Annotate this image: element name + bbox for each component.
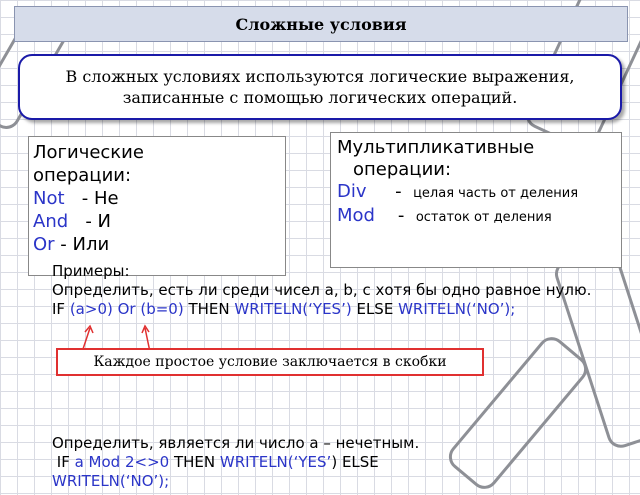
code1-cond2: (b=0) [140, 300, 184, 318]
mult-gap [402, 181, 413, 202]
mult-heading-line1: Мультипликативные [337, 137, 535, 158]
code-line-1: IF (a>0) Or (b=0) THEN WRITELN(‘YES’) EL… [52, 300, 627, 319]
examples-block: Примеры: Определить, есть ли среди чисел… [52, 262, 627, 319]
op-or: Or [33, 234, 55, 255]
note-box: Каждое простое условие заключается в ско… [56, 348, 484, 376]
code2-rest: ) ELSE [331, 453, 379, 471]
code2-call1: WRITELN(‘YES’ [219, 453, 332, 471]
op-mod: Mod [337, 205, 375, 226]
code2-then: THEN [169, 453, 220, 471]
mult-gap [367, 181, 396, 202]
logic-item-or: Or - Или [33, 233, 281, 256]
code1-if: IF [52, 300, 70, 318]
mult-gap [404, 205, 415, 226]
logic-heading-line1: Логические [33, 142, 144, 163]
examples-label: Примеры: [52, 262, 130, 280]
op-and-desc: И [97, 211, 112, 232]
logic-sep: - [54, 234, 73, 255]
op-div: Div [337, 181, 367, 202]
code1-then: THEN [183, 300, 235, 318]
code2-call2: WRITELN(‘NO’); [52, 472, 170, 490]
logic-item-not: Not - Не [33, 187, 281, 210]
multiplicative-operations-box: Мультипликативные операции: Div - целая … [330, 132, 622, 268]
mult-gap [375, 205, 398, 226]
intro-text-box: В сложных условиях используются логическ… [18, 54, 622, 120]
op-div-desc: целая часть от деления [413, 186, 579, 201]
slide-title: Сложные условия [14, 6, 628, 42]
code1-call2: WRITELN(‘NO’); [398, 300, 516, 318]
code1-cond1: (a>0) [69, 300, 113, 318]
logic-heading-line2: операции: [33, 165, 132, 186]
logic-sep: - [68, 211, 98, 232]
logic-sep: - [64, 188, 94, 209]
example2-block: Определить, является ли число а – нечетн… [52, 434, 627, 491]
mult-heading-line2: операции: [353, 159, 452, 180]
code2-cond: a Mod 2<>0 [74, 453, 170, 471]
op-and: And [33, 211, 69, 232]
op-or-desc: Или [72, 234, 110, 255]
op-mod-desc: остаток от деления [415, 210, 552, 225]
task2-text: Определить, является ли число а – нечетн… [52, 434, 420, 452]
code1-else: ELSE [351, 300, 399, 318]
code1-call1: WRITELN(‘YES’) [234, 300, 352, 318]
task1-text: Определить, есть ли среди чисел a, b, с … [52, 281, 592, 299]
op-not-desc: Не [93, 188, 119, 209]
intro-text: В сложных условиях используются логическ… [65, 67, 575, 107]
mult-item-mod: Mod - остаток от деления [337, 205, 615, 229]
logic-operations-box: Логические операции: Not - Не And - И Or… [28, 136, 286, 276]
logic-item-and: And - И [33, 210, 281, 233]
note-text: Каждое простое условие заключается в ско… [93, 354, 447, 370]
code1-or: Or [112, 300, 141, 318]
mult-item-div: Div - целая часть от деления [337, 181, 615, 205]
code2-if: IF [52, 453, 75, 471]
op-not: Not [33, 188, 65, 209]
code-line-2: IF a Mod 2<>0 THEN WRITELN(‘YES’) ELSE [52, 453, 627, 472]
